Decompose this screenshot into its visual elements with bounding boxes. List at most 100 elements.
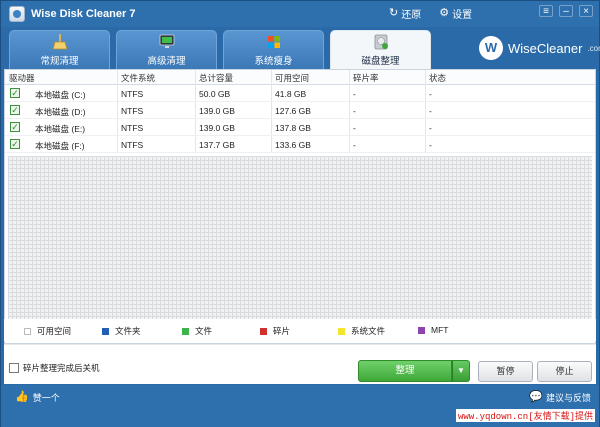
legend-label: MFT [431,325,449,335]
app-window: Wise Disk Cleaner 7 ↻ 还原 ⚙ 设置 ≡ – × 常规清理 [0,0,600,427]
feedback-link[interactable]: 💬 建议与反馈 [529,391,591,404]
disk-defrag-icon [374,34,388,49]
brand-domain: .com [587,43,600,53]
drive-free: 137.8 GB [275,123,311,133]
drive-fragmentation: - [353,123,356,133]
pause-button[interactable]: 暂停 [478,361,533,382]
tab-label: 常规清理 [40,55,79,67]
legend-item-folder: 文件夹 [102,325,141,337]
legend-item-free: 可用空间 [24,325,71,337]
chat-bubble-icon: 💬 [529,391,543,403]
monitor-icon [159,34,174,48]
column-header-free[interactable]: 可用空间 [275,72,309,84]
column-header-fragmentation[interactable]: 碎片率 [353,72,379,84]
defrag-options-dropdown[interactable]: ▼ [452,360,470,382]
drive-panel: 驱动器 文件系统 总计容量 可用空间 碎片率 状态 ✓ 本地磁盘 (C:) NT… [4,69,596,344]
restore-button[interactable]: ↻ 还原 [389,6,422,22]
close-icon[interactable]: × [579,5,593,17]
drive-checkbox[interactable]: ✓ [10,122,20,132]
legend-label: 可用空间 [37,326,72,336]
brand-badge: W [479,36,503,60]
tab-label: 磁盘整理 [361,55,400,67]
broom-icon [51,33,68,49]
drive-free: 133.6 GB [275,140,311,150]
title-actions: ↻ 还原 ⚙ 设置 [389,6,473,22]
drive-fragmentation: - [353,106,356,116]
legend-swatch [102,327,109,335]
legend-label: 碎片 [273,326,291,336]
gear-icon: ⚙ [439,7,450,19]
legend-item-system-file: 系统文件 [338,325,385,337]
app-logo-icon [9,6,25,22]
table-row[interactable]: ✓ 本地磁盘 (E:) NTFS 139.0 GB 137.8 GB - - [5,119,595,136]
restore-icon: ↻ [389,7,399,19]
legend-label: 文件 [195,326,213,336]
drive-status: - [429,89,432,99]
drive-filesystem: NTFS [121,89,144,99]
tab-disk-defrag[interactable]: 磁盘整理 [330,30,431,69]
legend-swatch [24,327,31,335]
legend-swatch [418,326,425,334]
tab-system-slim[interactable]: 系统瘦身 [223,30,324,69]
tab-regular-clean[interactable]: 常规清理 [9,30,110,69]
checkbox-box[interactable] [9,363,19,373]
drive-name: 本地磁盘 (C:) [35,90,86,100]
settings-button[interactable]: ⚙ 设置 [439,6,473,22]
thumbs-up-icon: 👍 [15,391,29,403]
menu-icon[interactable]: ≡ [539,5,553,17]
drive-status: - [429,106,432,116]
main-tabs: 常规清理 高级清理 系统瘦身 磁盘整理 [9,30,431,69]
column-header-filesystem[interactable]: 文件系统 [121,72,155,84]
settings-label: 设置 [452,10,473,21]
table-row[interactable]: ✓ 本地磁盘 (D:) NTFS 139.0 GB 127.6 GB - - [5,102,595,119]
brand-logo[interactable]: W WiseCleaner .com [479,36,600,60]
drive-name: 本地磁盘 (F:) [35,141,85,151]
legend-swatch [182,327,189,335]
drive-total: 137.7 GB [199,140,235,150]
column-header-status[interactable]: 状态 [429,72,446,84]
minimize-icon[interactable]: – [559,5,573,17]
like-label: 赞一个 [32,393,60,403]
table-row[interactable]: ✓ 本地磁盘 (C:) NTFS 50.0 GB 41.8 GB - - [5,85,595,102]
drive-free: 127.6 GB [275,106,311,116]
drive-checkbox[interactable]: ✓ [10,88,20,98]
drive-checkbox[interactable]: ✓ [10,139,20,149]
chevron-down-icon: ▼ [457,366,465,375]
drive-filesystem: NTFS [121,140,144,150]
cluster-legend: 可用空间 文件夹 文件 碎片 系统文件 MFT [4,319,596,341]
like-button[interactable]: 👍 赞一个 [15,391,60,404]
shutdown-after-defrag-checkbox[interactable]: 碎片整理完成后关机 [9,362,100,374]
drive-total: 139.0 GB [199,106,235,116]
drive-name: 本地磁盘 (D:) [35,107,86,117]
stop-button[interactable]: 停止 [537,361,592,382]
legend-item-file: 文件 [182,325,212,337]
drive-free: 41.8 GB [275,89,307,99]
shutdown-label: 碎片整理完成后关机 [23,363,100,373]
restore-label: 还原 [401,10,422,21]
cluster-map [8,156,592,322]
table-row[interactable]: ✓ 本地磁盘 (F:) NTFS 137.7 GB 133.6 GB - - [5,136,595,153]
column-header-total[interactable]: 总计容量 [199,72,233,84]
legend-item-fragment: 碎片 [260,325,290,337]
legend-label: 文件夹 [115,326,141,336]
drive-name: 本地磁盘 (E:) [35,124,86,134]
drive-fragmentation: - [353,140,356,150]
app-title: Wise Disk Cleaner 7 [31,8,136,20]
drive-total: 50.0 GB [199,89,231,99]
drive-status: - [429,123,432,133]
action-area: 碎片整理完成后关机 整理 ▼ 暂停 停止 [4,344,596,384]
drive-fragmentation: - [353,89,356,99]
tab-label: 高级清理 [147,55,186,67]
download-site-watermark: www.yqdown.cn[友情下载]提供 [455,409,595,422]
feedback-label: 建议与反馈 [545,393,591,403]
drive-table-header: 驱动器 文件系统 总计容量 可用空间 碎片率 状态 [5,70,595,85]
drive-checkbox[interactable]: ✓ [10,105,20,115]
column-header-drive[interactable]: 驱动器 [9,72,35,84]
defrag-button[interactable]: 整理 [358,360,452,382]
legend-swatch [260,327,267,335]
legend-item-mft: MFT [418,325,448,335]
title-bar: Wise Disk Cleaner 7 ↻ 还原 ⚙ 设置 ≡ – × [1,1,599,27]
drive-status: - [429,140,432,150]
tab-advanced-clean[interactable]: 高级清理 [116,30,217,69]
window-controls: ≡ – × [539,5,593,17]
